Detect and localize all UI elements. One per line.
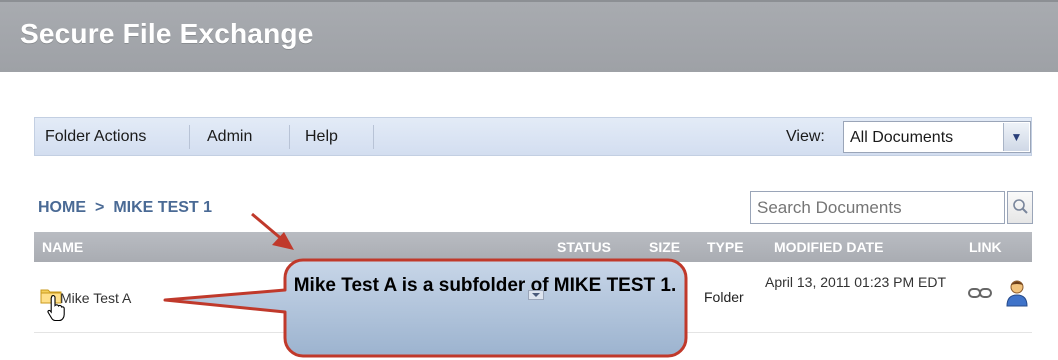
annotation-arrow (251, 212, 294, 250)
callout-text: Mike Test A is a subfolder of MIKE TEST … (293, 275, 677, 296)
annotation-overlay (163, 212, 688, 358)
dropdown-icon[interactable] (528, 290, 544, 300)
